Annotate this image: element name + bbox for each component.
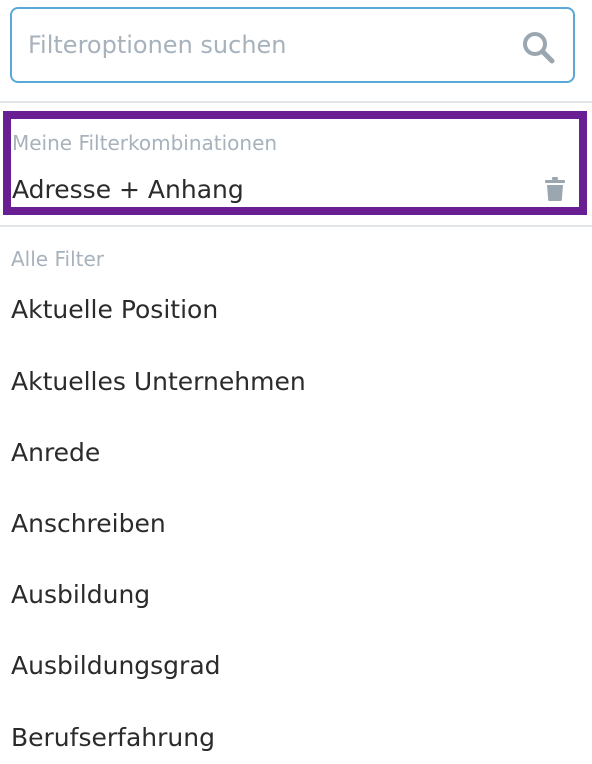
filter-item-aktuelle-position[interactable]: Aktuelle Position	[11, 295, 218, 324]
all-filters-section-label: Alle Filter	[11, 247, 104, 271]
search-icon[interactable]	[521, 30, 555, 64]
filter-item-ausbildungsgrad[interactable]: Ausbildungsgrad	[11, 651, 221, 680]
filter-search-input[interactable]	[28, 9, 508, 81]
filter-item-anrede[interactable]: Anrede	[11, 438, 100, 467]
filter-item-anschreiben[interactable]: Anschreiben	[11, 509, 166, 538]
filter-item-ausbildung[interactable]: Ausbildung	[11, 580, 150, 609]
saved-divider	[0, 225, 592, 227]
filter-item-aktuelles-unternehmen[interactable]: Aktuelles Unternehmen	[11, 367, 306, 396]
saved-filter-combinations: Meine Filterkombinationen Adresse + Anha…	[3, 111, 587, 215]
trash-icon[interactable]	[545, 177, 565, 201]
filter-item-berufserfahrung[interactable]: Berufserfahrung	[11, 723, 215, 752]
search-divider	[0, 101, 592, 103]
saved-section-label: Meine Filterkombinationen	[12, 131, 278, 155]
filter-search-box[interactable]	[10, 7, 575, 83]
saved-combination-item[interactable]: Adresse + Anhang	[12, 175, 244, 204]
